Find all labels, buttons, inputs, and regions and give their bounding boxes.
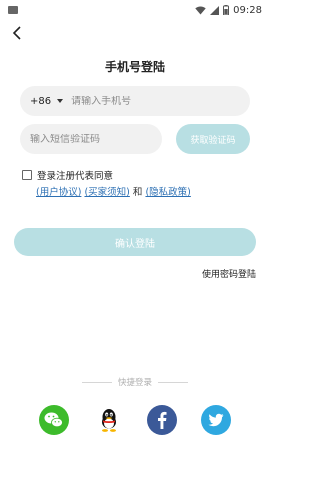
status-bar: 09:28 <box>0 0 270 20</box>
phone-input[interactable] <box>71 95 232 107</box>
qq-icon[interactable] <box>94 405 124 435</box>
battery-icon <box>223 5 230 15</box>
agreement-row: 登录注册代表同意 <box>22 168 113 182</box>
quick-login-label: 快捷登录 <box>117 378 152 388</box>
phone-field-container: +86 <box>20 86 250 116</box>
quick-login-divider: 快捷登录 <box>0 376 270 388</box>
wifi-icon <box>195 5 206 14</box>
agreement-links: (用户协议) (买家须知) 和 (隐私政策) <box>36 184 191 198</box>
divider-line-right <box>158 381 188 383</box>
twitter-icon[interactable] <box>201 405 231 435</box>
chevron-left-icon <box>12 26 21 40</box>
user-agreement-link[interactable]: (用户协议) <box>36 187 81 198</box>
agreement-and-text: 和 <box>132 187 143 198</box>
get-code-button[interactable]: 获取验证码 <box>176 124 250 154</box>
password-login-link[interactable]: 使用密码登陆 <box>202 267 256 280</box>
facebook-icon[interactable] <box>147 405 177 435</box>
wechat-icon[interactable] <box>39 405 69 435</box>
social-login-row <box>0 405 270 437</box>
divider-line-left <box>81 381 112 383</box>
sms-code-field-container <box>20 124 162 154</box>
privacy-policy-link[interactable]: (隐私政策) <box>145 187 190 198</box>
agreement-text: 登录注册代表同意 <box>37 171 114 182</box>
agree-checkbox[interactable] <box>22 170 32 180</box>
clock-time: 09:28 <box>233 4 262 16</box>
back-button[interactable] <box>8 24 26 42</box>
caret-down-icon <box>57 99 64 103</box>
buyer-notice-link[interactable]: (买家须知) <box>84 187 129 198</box>
gallery-notification-icon <box>8 6 18 14</box>
sms-code-input[interactable] <box>30 133 150 145</box>
confirm-login-button[interactable]: 确认登陆 <box>14 228 256 256</box>
country-code-value: +86 <box>30 95 52 107</box>
page-title: 手机号登陆 <box>104 60 165 74</box>
country-code-selector[interactable]: +86 <box>30 95 64 107</box>
signal-icon <box>210 5 220 15</box>
